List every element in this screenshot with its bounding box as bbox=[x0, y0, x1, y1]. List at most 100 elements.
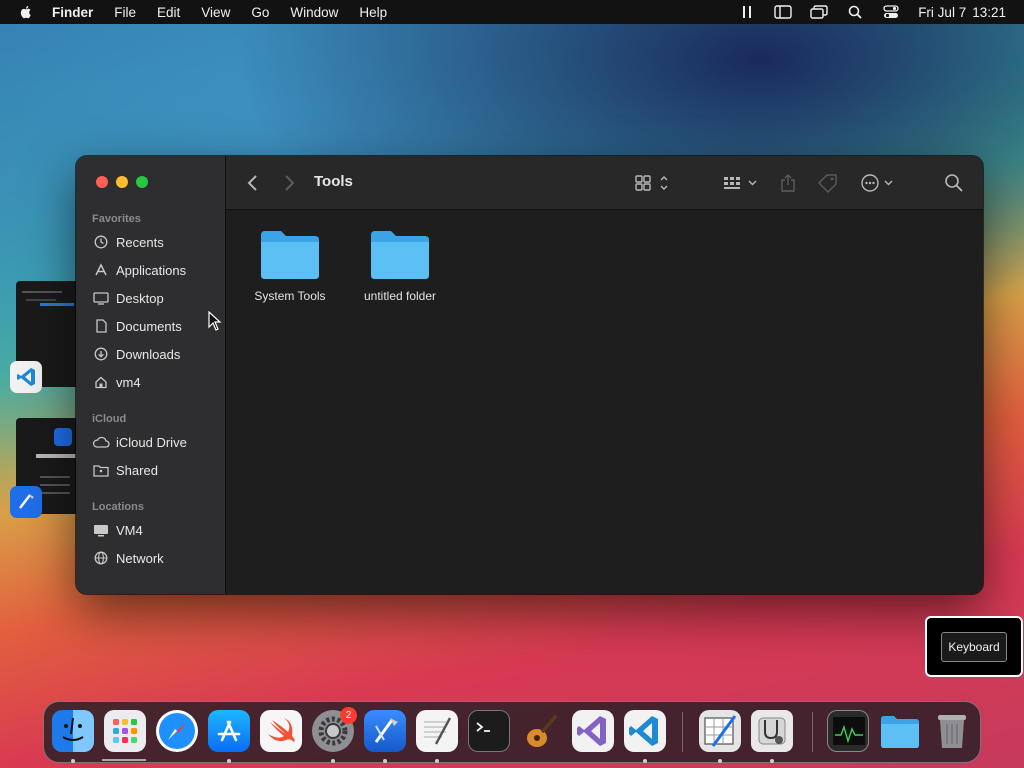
chevron-right-icon bbox=[285, 175, 295, 191]
menu-file[interactable]: File bbox=[114, 5, 136, 20]
close-button[interactable] bbox=[96, 176, 108, 188]
finder-sidebar: Favorites Recents Applications Desktop D… bbox=[76, 156, 226, 594]
screen-mirroring-icon[interactable] bbox=[810, 4, 828, 20]
share-icon bbox=[781, 174, 795, 192]
dock-garageband-icon[interactable] bbox=[520, 710, 562, 752]
chevron-left-icon bbox=[247, 175, 257, 191]
sidebar-item-network[interactable]: Network bbox=[92, 546, 217, 570]
tag-icon bbox=[818, 174, 837, 193]
dock-instruments-icon[interactable] bbox=[699, 710, 741, 752]
dock-terminal-icon[interactable] bbox=[468, 710, 510, 752]
running-indicator bbox=[435, 759, 439, 763]
sidebar-item-desktop[interactable]: Desktop bbox=[92, 286, 217, 310]
dock-app-store-icon[interactable] bbox=[208, 710, 250, 752]
sidebar-section-icloud: iCloud bbox=[92, 413, 127, 425]
pause-icon[interactable] bbox=[738, 4, 756, 20]
menu-clock[interactable]: Fri Jul 7 13:21 bbox=[918, 5, 1006, 20]
dock-textedit-icon[interactable] bbox=[416, 710, 458, 752]
dock-visual-studio-icon[interactable] bbox=[572, 710, 614, 752]
dock-finder-icon[interactable] bbox=[52, 710, 94, 752]
sidebar-item-documents[interactable]: Documents bbox=[92, 314, 217, 338]
menu-go[interactable]: Go bbox=[251, 5, 269, 20]
menu-finder[interactable]: Finder bbox=[52, 5, 93, 20]
sidebar-item-label: iCloud Drive bbox=[116, 434, 187, 450]
instruments-icon bbox=[704, 715, 737, 747]
dock-trash-icon[interactable] bbox=[931, 710, 973, 752]
menu-edit[interactable]: Edit bbox=[157, 5, 180, 20]
view-mode-button[interactable] bbox=[634, 173, 672, 193]
safari-icon bbox=[159, 713, 195, 749]
menu-date: Fri Jul 7 bbox=[918, 4, 967, 20]
xcode-icon[interactable] bbox=[10, 486, 42, 518]
sidebar-item-home[interactable]: vm4 bbox=[92, 370, 217, 394]
sidebar-item-applications[interactable]: Applications bbox=[92, 258, 217, 282]
dock-xcode-icon[interactable] bbox=[364, 710, 406, 752]
terminal-icon bbox=[476, 722, 490, 732]
sidebar-item-downloads[interactable]: Downloads bbox=[92, 342, 217, 366]
folder-icon bbox=[881, 716, 919, 748]
menu-window[interactable]: Window bbox=[290, 5, 338, 20]
sidebar-item-label: vm4 bbox=[116, 374, 141, 390]
shared-folder-icon bbox=[92, 462, 110, 478]
running-indicator bbox=[383, 759, 387, 763]
running-indicator bbox=[718, 759, 722, 763]
dock-launchpad-icon[interactable] bbox=[104, 710, 146, 752]
icon-grid-view-icon bbox=[635, 175, 668, 191]
dock-safari-icon[interactable] bbox=[156, 710, 198, 752]
dock: 2 bbox=[43, 701, 981, 763]
disk-utility-icon bbox=[758, 717, 786, 745]
sidebar-item-shared[interactable]: Shared bbox=[92, 458, 217, 482]
share-button[interactable] bbox=[779, 173, 797, 193]
app-store-icon bbox=[217, 720, 241, 742]
dock-vscode-icon[interactable] bbox=[624, 710, 666, 752]
more-actions-button[interactable] bbox=[860, 173, 896, 193]
window-title: Tools bbox=[314, 173, 353, 190]
sidebar-section-favorites: Favorites bbox=[92, 213, 141, 225]
control-center-icon[interactable] bbox=[882, 4, 900, 20]
dock-downloads-folder-icon[interactable] bbox=[879, 710, 921, 752]
sidebar-item-recents[interactable]: Recents bbox=[92, 230, 217, 254]
home-icon bbox=[92, 374, 110, 390]
dock-activity-monitor-icon[interactable] bbox=[827, 710, 869, 752]
file-item[interactable]: untitled folder bbox=[350, 229, 450, 303]
dock-disk-utility-icon[interactable] bbox=[751, 710, 793, 752]
menu-bar: Finder File Edit View Go Window Help Fri… bbox=[0, 0, 1024, 24]
file-grid: System Tools untitled folder bbox=[226, 211, 983, 594]
running-indicator bbox=[71, 759, 75, 763]
keyboard-button[interactable]: Keyboard bbox=[941, 631, 1007, 662]
minimize-button[interactable] bbox=[116, 176, 128, 188]
menu-view[interactable]: View bbox=[201, 5, 230, 20]
keyboard-viewer-panel: Keyboard bbox=[925, 616, 1023, 677]
sidebar-view-icon[interactable] bbox=[774, 4, 792, 20]
sidebar-item-vm4[interactable]: VM4 bbox=[92, 518, 217, 542]
folder-icon bbox=[261, 231, 319, 279]
file-name: untitled folder bbox=[363, 289, 437, 303]
globe-icon bbox=[92, 550, 110, 566]
swift-icon bbox=[268, 718, 295, 742]
menu-time: 13:21 bbox=[972, 4, 1006, 20]
menu-help[interactable]: Help bbox=[359, 5, 387, 20]
file-item[interactable]: System Tools bbox=[240, 229, 340, 303]
sidebar-item-label: Recents bbox=[116, 234, 164, 250]
search-button[interactable] bbox=[944, 173, 964, 193]
tag-button[interactable] bbox=[817, 173, 839, 193]
back-button[interactable] bbox=[246, 173, 260, 193]
sidebar-item-label: Applications bbox=[116, 262, 187, 278]
download-icon bbox=[92, 346, 110, 362]
vscode-icon[interactable] bbox=[10, 361, 42, 393]
launchpad-icon bbox=[113, 719, 137, 743]
trash-icon bbox=[938, 715, 966, 748]
running-indicator bbox=[643, 759, 647, 763]
apple-icon[interactable] bbox=[18, 4, 34, 20]
activity-monitor-icon bbox=[833, 717, 865, 745]
finder-window: Favorites Recents Applications Desktop D… bbox=[76, 156, 983, 594]
cloud-icon bbox=[92, 434, 110, 450]
spotlight-search-icon[interactable] bbox=[846, 4, 864, 20]
group-button[interactable] bbox=[722, 173, 760, 193]
forward-button[interactable] bbox=[282, 173, 296, 193]
notification-badge: 2 bbox=[340, 707, 357, 724]
applications-icon bbox=[92, 262, 110, 278]
sidebar-item-icloud-drive[interactable]: iCloud Drive bbox=[92, 430, 217, 454]
dock-swift-icon[interactable] bbox=[260, 710, 302, 752]
zoom-button[interactable] bbox=[136, 176, 148, 188]
